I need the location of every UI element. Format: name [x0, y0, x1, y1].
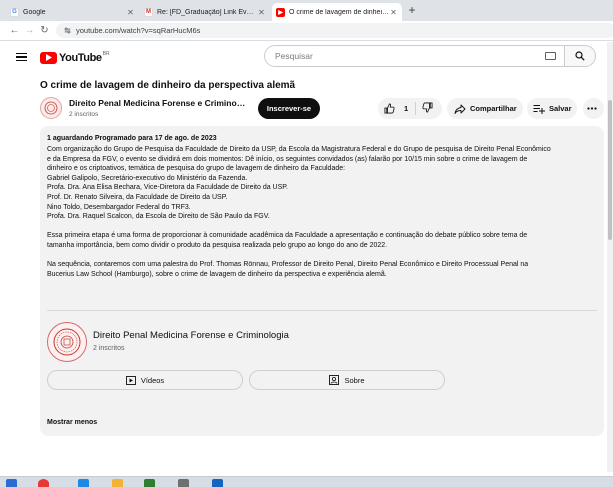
thumbs-down-icon	[422, 102, 433, 113]
description-line: Profa. Dra. Ana Elisa Bechara, Vice-Dire…	[47, 184, 288, 192]
description-line: Prof. Dr. Renato Silveira, da Faculdade …	[47, 193, 228, 201]
description-line: Na sequência, contaremos com uma palestr…	[47, 261, 529, 269]
tab-youtube-video[interactable]: ▶ O crime de lavagem de dinheiro d ✕	[272, 3, 402, 21]
channel-card-name[interactable]: Direito Penal Medicina Forense e Crimino…	[93, 330, 289, 341]
tab-label: Google	[23, 8, 46, 16]
description-line: tamanha importância, bem como dividir o …	[47, 241, 388, 249]
like-divider	[415, 102, 417, 115]
share-arrow-icon	[454, 104, 466, 114]
close-icon[interactable]: ✕	[257, 8, 266, 17]
videos-button[interactable]: Vídeos	[47, 370, 243, 390]
new-tab-plus-icon[interactable]: +	[405, 4, 419, 18]
playlist-add-icon	[533, 104, 545, 114]
save-button[interactable]: Salvar	[527, 98, 577, 119]
description-divider	[47, 310, 597, 311]
youtube-icon: ▶	[276, 7, 285, 17]
youtube-header: YouTube BR Pesquisar	[0, 42, 613, 72]
search-input[interactable]: Pesquisar	[264, 45, 564, 67]
tab-gmail[interactable]: M Re: [FD_Graduação] Link Evento d ✕	[140, 3, 270, 21]
file-explorer-icon[interactable]	[112, 479, 123, 487]
search-placeholder: Pesquisar	[275, 51, 313, 61]
more-actions-button[interactable]	[583, 98, 604, 119]
subscribe-button[interactable]: Inscrever-se	[258, 98, 320, 119]
share-label: Compartilhar	[470, 104, 517, 113]
channel-name[interactable]: Direito Penal Medicina Forense e Crimino…	[69, 98, 247, 108]
crest-icon	[53, 328, 81, 356]
more-horizontal-icon	[586, 107, 597, 110]
site-info-icon[interactable]	[64, 27, 71, 34]
search-button[interactable]	[564, 45, 596, 67]
description-text: Com organização do Grupo de Pesquisa da …	[47, 145, 599, 279]
crest-icon	[44, 101, 58, 115]
search-icon	[575, 51, 585, 61]
account-box-icon	[329, 375, 340, 385]
description-line: e da Empresa da FGV, o evento se dividir…	[47, 155, 528, 163]
start-icon[interactable]	[6, 479, 17, 487]
like-count: 1	[404, 104, 409, 113]
description-line: dinheiro e os criptoativos, temática de …	[47, 165, 346, 173]
video-title: O crime de lavagem de dinheiro da perspe…	[40, 80, 296, 91]
reload-icon[interactable]: ↻	[38, 24, 51, 37]
address-bar[interactable]: youtube.com/watch?v=sqRarHucM6s	[56, 23, 613, 38]
thumbs-up-icon	[384, 103, 395, 114]
description-line: Bucerius Law School (Hamburgo), sobre o …	[47, 270, 387, 278]
keyboard-icon[interactable]	[545, 52, 556, 60]
url-text: youtube.com/watch?v=sqRarHucM6s	[76, 26, 201, 35]
like-dislike-group: 1	[378, 98, 442, 119]
region-code: BR	[102, 51, 110, 57]
description-line: Nino Toldo, Desembargador Federal do TRF…	[47, 203, 191, 211]
tab-google[interactable]: G Google ✕	[6, 3, 139, 21]
dislike-button[interactable]	[422, 102, 437, 115]
youtube-play-icon	[40, 51, 57, 64]
scrollbar-thumb[interactable]	[608, 100, 612, 240]
gmail-icon: M	[144, 7, 153, 17]
description-line: Com organização do Grupo de Pesquisa da …	[47, 146, 551, 153]
youtube-logo[interactable]: YouTube BR	[40, 51, 110, 64]
description-info-line: 1 aguardando Programado para 17 de ago. …	[47, 135, 217, 142]
chrome-taskbar-icon[interactable]	[38, 479, 49, 487]
show-less-button[interactable]: Mostrar menos	[47, 419, 97, 426]
save-label: Salvar	[549, 104, 572, 113]
back-arrow-icon[interactable]: ←	[8, 24, 21, 37]
channel-card-avatar[interactable]	[47, 322, 87, 362]
channel-avatar[interactable]	[40, 97, 62, 119]
like-button[interactable]: 1	[378, 98, 408, 119]
word-icon[interactable]	[212, 479, 223, 487]
page-scrollbar[interactable]	[607, 42, 613, 472]
description-line: Gabriel Galipolo, Secretário-executivo d…	[47, 174, 248, 182]
video-play-icon	[125, 375, 136, 385]
description-line: Profa. Dra. Raquel Scalcon, da Escola de…	[47, 213, 270, 221]
logo-text: YouTube	[59, 51, 102, 64]
close-icon[interactable]: ✕	[126, 8, 135, 17]
about-button[interactable]: Sobre	[249, 370, 445, 390]
videos-label: Vídeos	[140, 375, 165, 385]
browser-window: G Google ✕ M Re: [FD_Graduação] Link Eve…	[0, 0, 613, 487]
taskbar-app-icon[interactable]	[178, 479, 189, 487]
taskbar-app-icon[interactable]	[78, 479, 89, 487]
subscriber-count: 2 inscritos	[69, 111, 99, 118]
tab-label: Re: [FD_Graduação] Link Evento d	[157, 8, 257, 16]
share-button[interactable]: Compartilhar	[447, 98, 523, 119]
tab-label: O crime de lavagem de dinheiro d	[289, 8, 389, 16]
close-icon[interactable]: ✕	[389, 8, 398, 17]
channel-card-subscribers: 2 inscritos	[93, 345, 125, 352]
browser-toolbar: ← → ↻ youtube.com/watch?v=sqRarHucM6s	[0, 21, 613, 41]
excel-icon[interactable]	[144, 479, 155, 487]
tab-strip: G Google ✕ M Re: [FD_Graduação] Link Eve…	[0, 0, 613, 21]
os-taskbar	[0, 476, 613, 487]
about-label: Sobre	[344, 375, 365, 385]
description-box[interactable]: 1 aguardando Programado para 17 de ago. …	[40, 126, 604, 436]
google-icon: G	[10, 7, 19, 17]
menu-icon[interactable]	[16, 53, 27, 62]
forward-arrow-icon[interactable]: →	[23, 24, 36, 37]
description-line: Essa primeira etapa é uma forma de propo…	[47, 232, 528, 240]
